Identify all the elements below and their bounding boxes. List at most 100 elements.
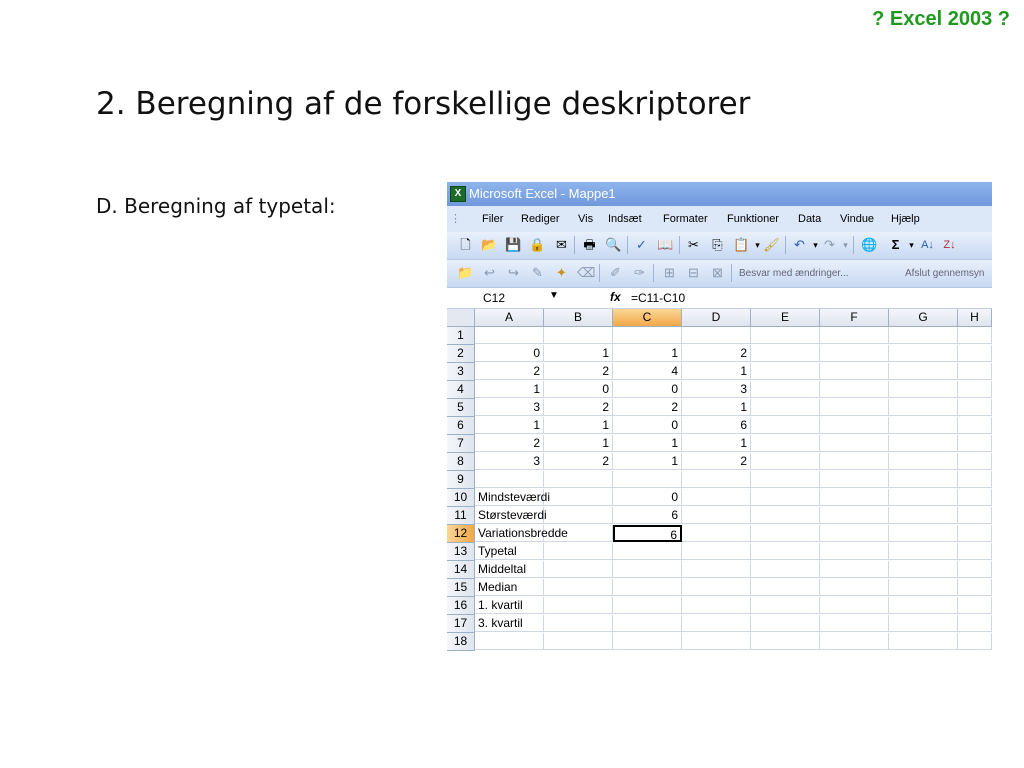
paste-icon[interactable]: 📋 [733,237,750,253]
permission-icon[interactable]: 🔒 [529,237,546,253]
row-header[interactable]: 10 [447,489,475,507]
cell-f11[interactable] [820,507,889,524]
cell-b7[interactable]: 1 [544,435,613,452]
column-header-f[interactable]: F [820,309,889,327]
menu-filer[interactable]: Filer [482,213,503,225]
open-icon[interactable]: 📂 [481,237,498,253]
cell-a14[interactable]: Middeltal [475,561,544,578]
cell-e4[interactable] [751,381,820,398]
print-icon[interactable]: 🖶 [581,237,598,253]
cell-g16[interactable] [889,597,958,614]
cell-h2[interactable] [958,345,992,362]
cell-d7[interactable]: 1 [682,435,751,452]
cell-c9[interactable] [613,471,682,488]
cell-f17[interactable] [820,615,889,632]
cell-g7[interactable] [889,435,958,452]
cell-g6[interactable] [889,417,958,434]
research-icon[interactable]: 📖 [657,237,674,253]
row-header[interactable]: 8 [447,453,475,471]
cell-f9[interactable] [820,471,889,488]
cell-d3[interactable]: 1 [682,363,751,380]
row-header[interactable]: 7 [447,435,475,453]
select-all-corner[interactable] [447,309,475,327]
cell-e16[interactable] [751,597,820,614]
show-comments-icon[interactable]: ✦ [553,265,570,281]
cell-g14[interactable] [889,561,958,578]
cell-g5[interactable] [889,399,958,416]
cell-b3[interactable]: 2 [544,363,613,380]
cell-b18[interactable] [544,633,613,650]
row-header[interactable]: 17 [447,615,475,633]
cell-h18[interactable] [958,633,992,650]
sort-descending-icon[interactable]: Z↓ [941,237,958,253]
cell-e18[interactable] [751,633,820,650]
cell-h9[interactable] [958,471,992,488]
cell-c12[interactable]: 6 [613,525,682,542]
cell-h7[interactable] [958,435,992,452]
row-header[interactable]: 9 [447,471,475,489]
row-header[interactable]: 3 [447,363,475,381]
cell-a13[interactable]: Typetal [475,543,544,560]
cell-d18[interactable] [682,633,751,650]
comment-icon[interactable]: ✎ [529,265,546,281]
cell-h5[interactable] [958,399,992,416]
dropdown-arrow-icon[interactable]: ▾ [837,237,854,253]
cell-e10[interactable] [751,489,820,506]
format-painter-icon[interactable]: 🖌 [763,237,780,253]
cell-f12[interactable] [820,525,889,542]
cell-d13[interactable] [682,543,751,560]
row-header[interactable]: 1 [447,327,475,345]
cell-f18[interactable] [820,633,889,650]
cell-d6[interactable]: 6 [682,417,751,434]
cell-e12[interactable] [751,525,820,542]
cell-c6[interactable]: 0 [613,417,682,434]
menu-funktioner[interactable]: Funktioner [727,213,779,225]
cell-b2[interactable]: 1 [544,345,613,362]
cell-b9[interactable] [544,471,613,488]
cell-e14[interactable] [751,561,820,578]
row-header[interactable]: 16 [447,597,475,615]
column-header-c[interactable]: C [613,309,682,327]
cell-f15[interactable] [820,579,889,596]
column-header-g[interactable]: G [889,309,958,327]
cell-a1[interactable] [475,327,544,344]
cell-d2[interactable]: 2 [682,345,751,362]
cell-h12[interactable] [958,525,992,542]
cell-c16[interactable] [613,597,682,614]
cell-h6[interactable] [958,417,992,434]
cell-c15[interactable] [613,579,682,596]
cell-d16[interactable] [682,597,751,614]
cell-c18[interactable] [613,633,682,650]
cell-c8[interactable]: 1 [613,453,682,470]
ink-erase-icon[interactable]: ✑ [631,265,648,281]
row-header[interactable]: 15 [447,579,475,597]
cell-b11[interactable] [544,507,613,524]
cell-c13[interactable] [613,543,682,560]
save-icon[interactable]: 💾 [505,237,522,253]
cell-a2[interactable]: 0 [475,345,544,362]
cell-a7[interactable]: 2 [475,435,544,452]
cell-g11[interactable] [889,507,958,524]
cell-g15[interactable] [889,579,958,596]
cell-a6[interactable]: 1 [475,417,544,434]
cell-b15[interactable] [544,579,613,596]
cell-c3[interactable]: 4 [613,363,682,380]
cell-d11[interactable] [682,507,751,524]
cell-c5[interactable]: 2 [613,399,682,416]
cell-g2[interactable] [889,345,958,362]
print-preview-icon[interactable]: 🔍 [605,237,622,253]
cell-e3[interactable] [751,363,820,380]
cell-d4[interactable]: 3 [682,381,751,398]
cell-d9[interactable] [682,471,751,488]
row-header[interactable]: 4 [447,381,475,399]
reply-all-icon[interactable]: ↪ [505,265,522,281]
cell-f8[interactable] [820,453,889,470]
cell-e1[interactable] [751,327,820,344]
formula-input[interactable]: =C11-C10 [631,291,685,305]
menu-vis[interactable]: Vis [578,213,593,225]
autosum-icon[interactable]: Σ [887,237,904,253]
menu-rediger[interactable]: Rediger [521,213,560,225]
cell-e5[interactable] [751,399,820,416]
cell-e15[interactable] [751,579,820,596]
cell-g13[interactable] [889,543,958,560]
